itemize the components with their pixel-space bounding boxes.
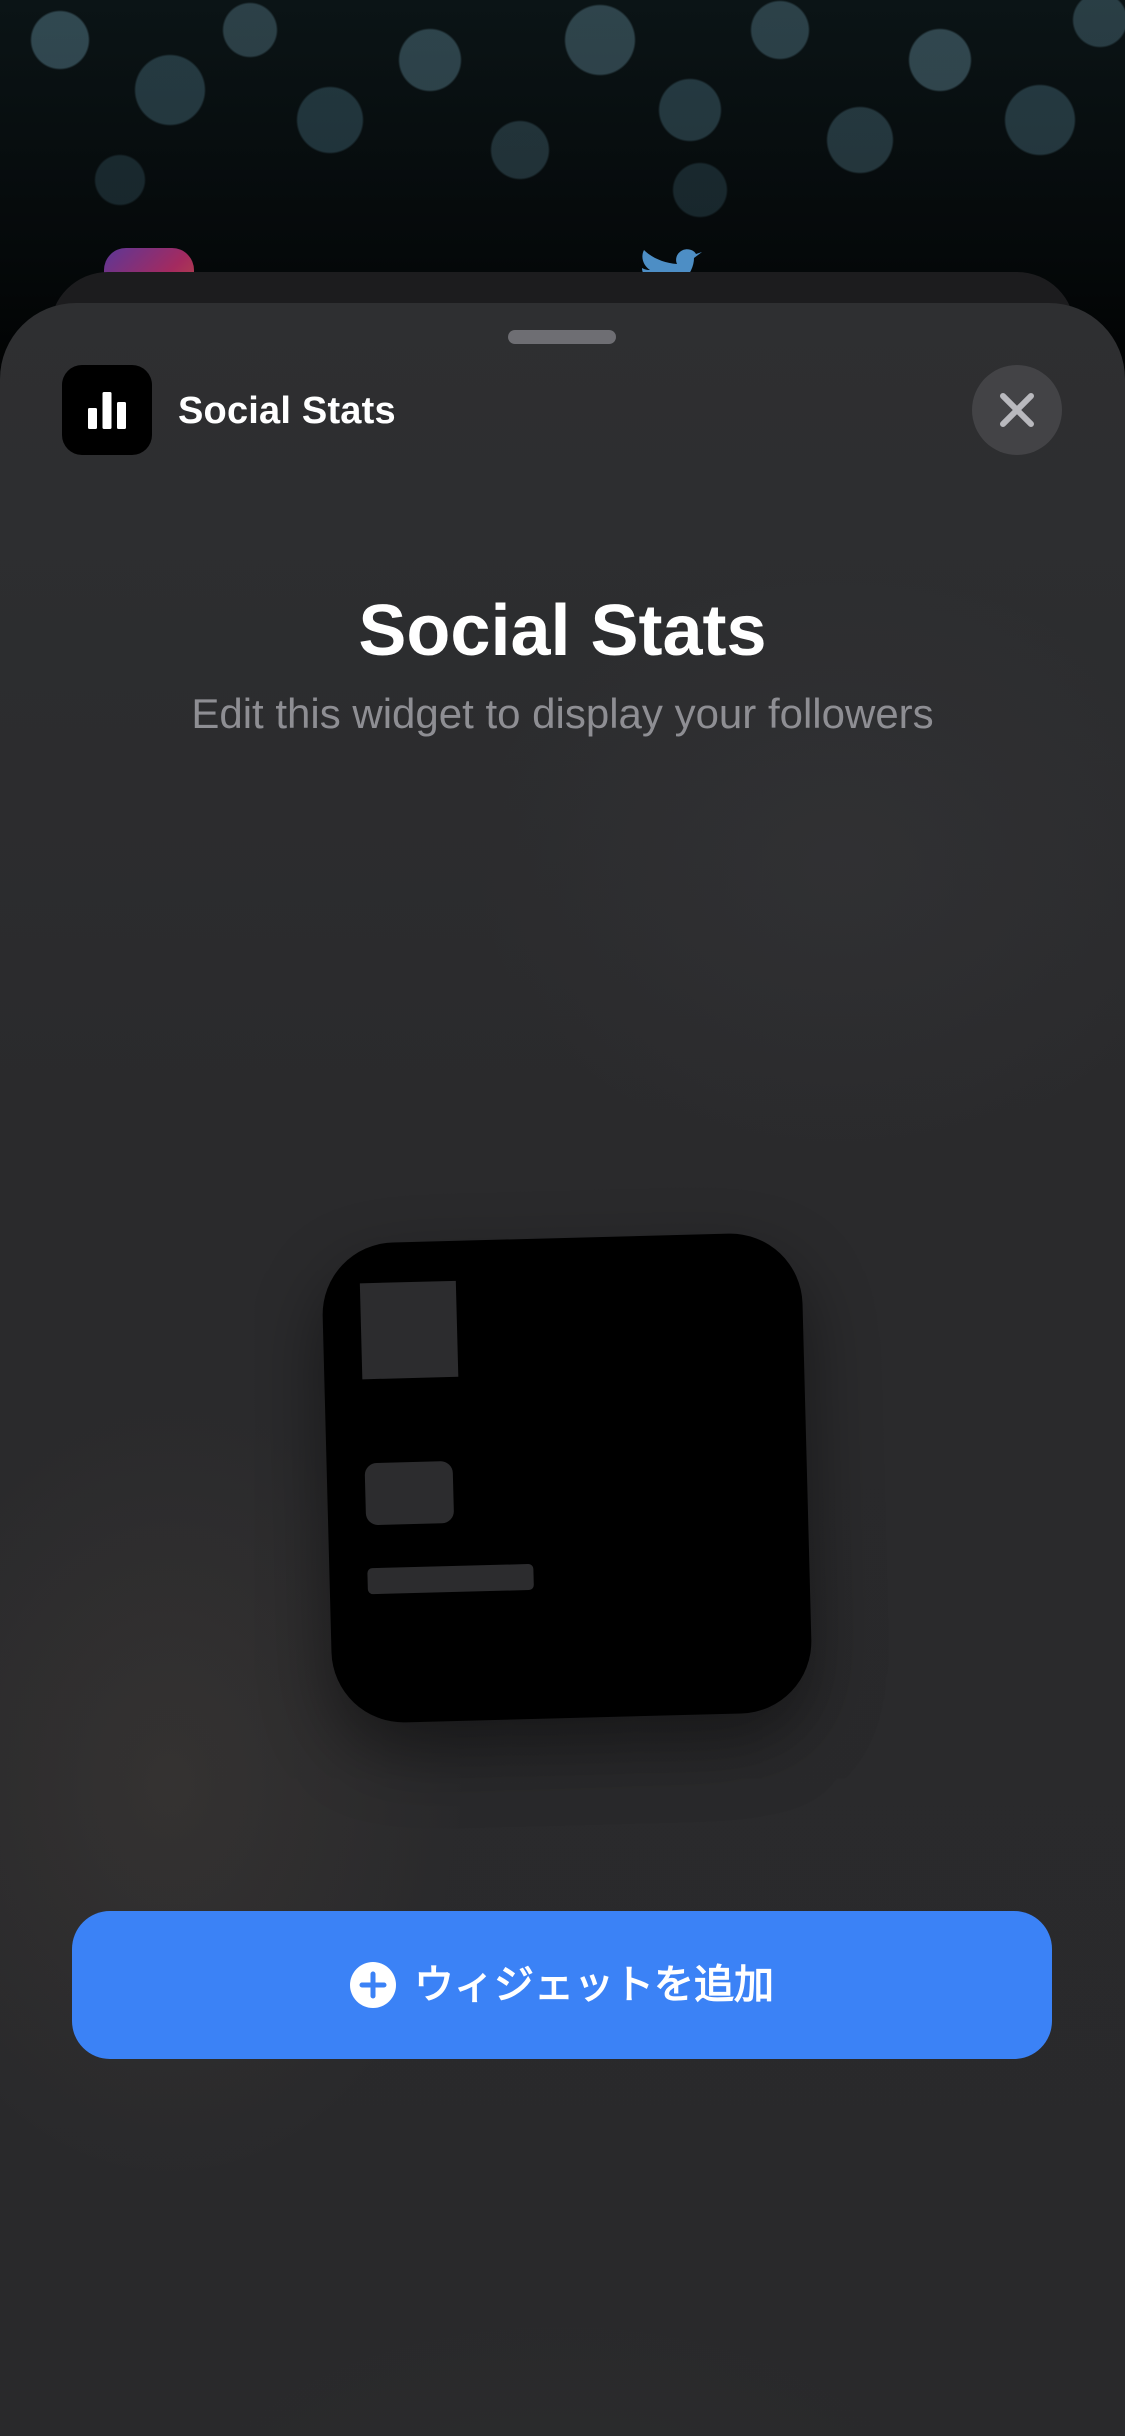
sheet-grabber[interactable] (508, 330, 616, 344)
screen: Social Stats Social Stats Edit this widg… (0, 0, 1125, 2436)
placeholder-follower-count (364, 1460, 455, 1526)
add-widget-label: ウィジェットを追加 (414, 1962, 774, 2008)
app-icon (62, 365, 152, 455)
close-button[interactable] (972, 365, 1062, 455)
widget-preview[interactable] (320, 1231, 814, 1725)
bar-chart-icon (88, 392, 126, 429)
plus-circle-icon (350, 1962, 396, 2008)
widget-gallery-sheet: Social Stats Social Stats Edit this widg… (0, 303, 1125, 2436)
app-name: Social Stats (178, 390, 396, 432)
add-widget-button[interactable]: ウィジェットを追加 (72, 1911, 1052, 2059)
close-icon (1000, 393, 1034, 427)
widget-description: Edit this widget to display your followe… (191, 690, 934, 737)
widget-title: Social Stats (358, 591, 767, 671)
placeholder-label (367, 1563, 534, 1595)
placeholder-platform-icon (359, 1280, 459, 1380)
